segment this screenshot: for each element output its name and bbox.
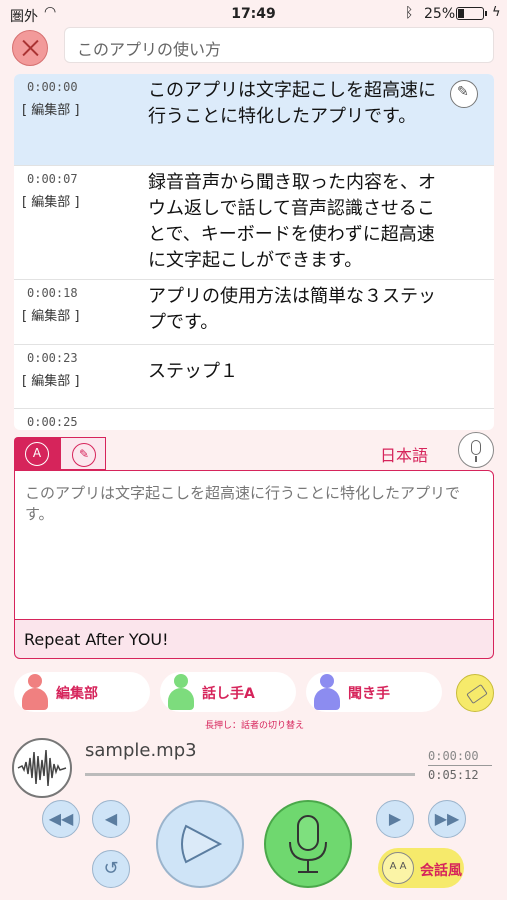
- row-text: アプリの使用方法は簡単な３ステップです。: [148, 286, 436, 333]
- step-forward-button[interactable]: ▶: [376, 800, 414, 838]
- row-timestamp: 0:00:07: [27, 172, 78, 186]
- speaker-label: 話し手A: [202, 686, 255, 702]
- language-selector[interactable]: 日本語: [380, 442, 428, 466]
- step-forward-icon: ▶: [388, 809, 402, 828]
- step-back-icon: ◀: [104, 809, 118, 828]
- person-icon: [310, 674, 344, 710]
- audio-filename: sample.mp3: [85, 740, 197, 761]
- microphone-icon: [289, 815, 327, 873]
- tab-edit[interactable]: ✎: [60, 437, 106, 470]
- bluetooth-icon: ᛒ: [405, 5, 414, 21]
- charging-icon: ϟ: [492, 5, 501, 20]
- rewind-icon: ◀◀: [48, 809, 74, 828]
- row-speaker[interactable]: [ 編集部 ]: [22, 99, 79, 118]
- battery-icon: [456, 7, 484, 20]
- title-field[interactable]: このアプリの使い方: [64, 27, 494, 63]
- edit-icon[interactable]: [450, 80, 478, 108]
- total-time: 0:05:12: [428, 768, 479, 782]
- speaker-button-listener[interactable]: 聞き手: [306, 672, 442, 712]
- transcript-row[interactable]: 0:00:18 [ 編集部 ] アプリの使用方法は簡単な３ステップです。: [14, 280, 494, 345]
- speaker-label: 編集部: [56, 686, 98, 702]
- fast-forward-icon: ▶▶: [434, 809, 460, 828]
- transcript-row[interactable]: 0:00:23 [ 編集部 ] ステップ１: [14, 345, 494, 409]
- row-speaker[interactable]: [ 編集部 ]: [22, 370, 79, 389]
- row-text: ステップ１: [148, 361, 238, 382]
- conversation-mode-label: 会話風: [420, 863, 462, 879]
- row-speaker[interactable]: [ 編集部 ]: [22, 305, 79, 324]
- row-text: 録音音声から聞き取った内容を、オウム返しで話して音声認識させることで、キーボード…: [148, 172, 436, 271]
- current-time: 0:00:00: [428, 749, 479, 763]
- row-timestamp: 0:00:00: [27, 80, 78, 94]
- transcript-row[interactable]: 0:00:00 [ 編集部 ] このアプリは文字起こしを超高速に行うことに特化し…: [14, 74, 494, 166]
- status-bar: 圏外 ◠ 17:49 ᛒ 25% ϟ: [0, 0, 507, 28]
- speaker-label: 聞き手: [348, 686, 390, 702]
- row-text: このアプリは文字起こしを超高速に行うことに特化したアプリです。: [148, 80, 436, 127]
- speech-icon: A: [25, 442, 49, 466]
- row-timestamp: 0:00:23: [27, 351, 78, 365]
- play-icon: [181, 824, 223, 864]
- speaker-button-speaker-a[interactable]: 話し手A: [160, 672, 296, 712]
- repeat-icon: ↺: [103, 858, 119, 879]
- step-back-button[interactable]: ◀: [92, 800, 130, 838]
- row-speaker[interactable]: [ 編集部 ]: [22, 191, 79, 210]
- transcript-row[interactable]: 0:00:07 [ 編集部 ] 録音音声から聞き取った内容を、オウム返しで話して…: [14, 166, 494, 280]
- person-icon: [164, 674, 198, 710]
- mic-icon[interactable]: [458, 432, 494, 468]
- conversation-icon: A A: [382, 852, 414, 884]
- fast-forward-button[interactable]: ▶▶: [428, 800, 466, 838]
- transcription-input[interactable]: このアプリは文字起こしを超高速に行うことに特化したアプリです。: [14, 470, 494, 620]
- conversation-mode-button[interactable]: A A 会話風: [378, 848, 464, 888]
- repeat-after-you-label: Repeat After YOU!: [14, 620, 494, 659]
- transcript-row[interactable]: 0:00:25: [14, 409, 494, 430]
- eraser-icon[interactable]: [456, 674, 494, 712]
- speaker-hint: 長押し：話者の切り替え: [205, 721, 305, 731]
- row-timestamp: 0:00:18: [27, 286, 78, 300]
- rewind-button[interactable]: ◀◀: [42, 800, 80, 838]
- repeat-button[interactable]: ↺: [92, 850, 130, 888]
- person-icon: [18, 674, 52, 710]
- playback-progress-bar[interactable]: [85, 773, 415, 776]
- record-button[interactable]: [264, 800, 352, 888]
- close-button[interactable]: [12, 30, 48, 66]
- battery-percent: 25%: [424, 6, 456, 22]
- edit-icon: ✎: [72, 443, 96, 467]
- waveform-icon: [12, 738, 72, 798]
- play-button[interactable]: [156, 800, 244, 888]
- row-timestamp: 0:00:25: [27, 415, 78, 429]
- transcript-list[interactable]: 0:00:00 [ 編集部 ] このアプリは文字起こしを超高速に行うことに特化し…: [14, 74, 494, 430]
- tab-speech-input[interactable]: A: [14, 437, 60, 470]
- speaker-button-editor[interactable]: 編集部: [14, 672, 150, 712]
